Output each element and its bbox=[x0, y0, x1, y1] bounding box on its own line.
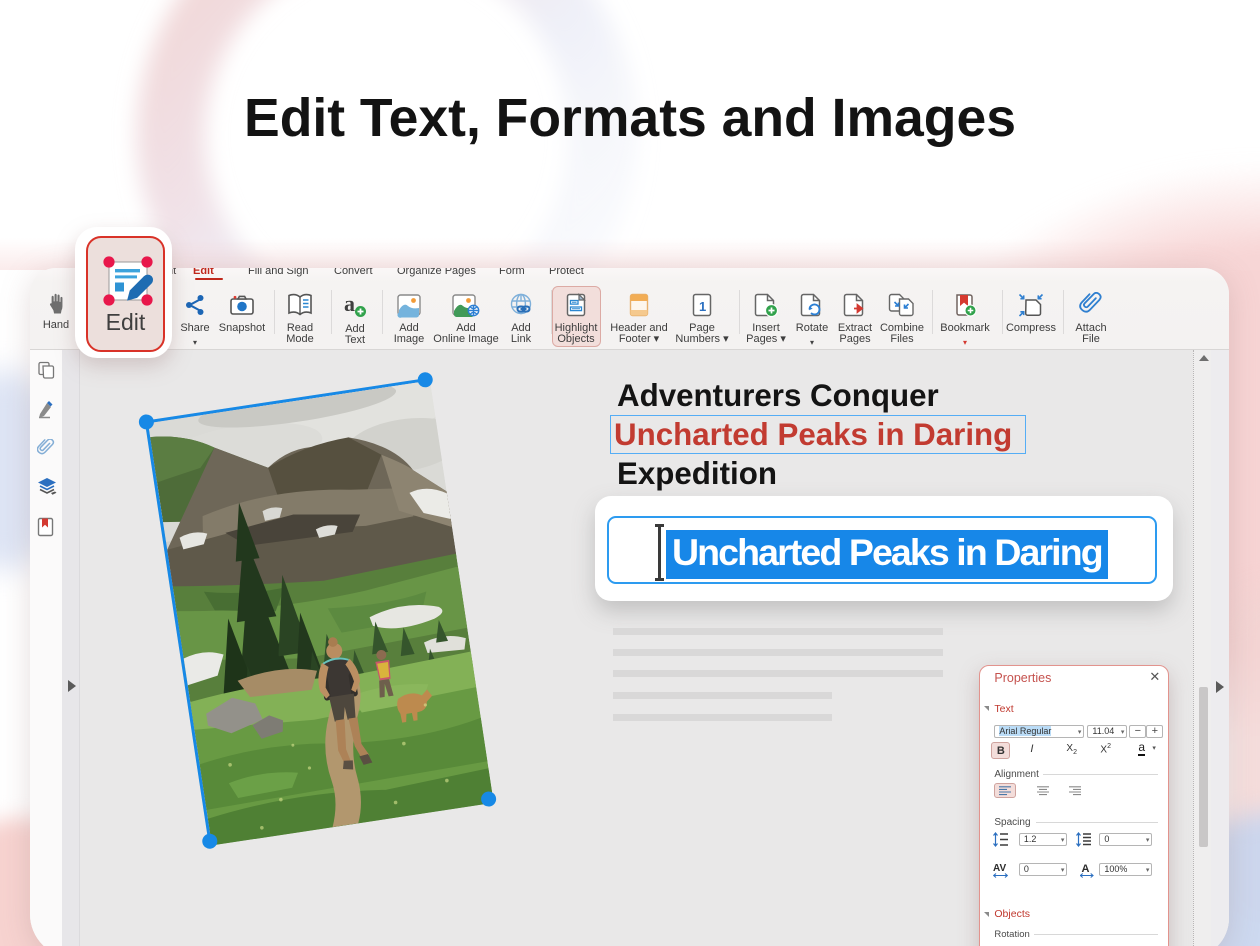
svg-text:A: A bbox=[1082, 863, 1090, 875]
svg-text:1: 1 bbox=[699, 299, 706, 314]
svg-text:AV: AV bbox=[993, 863, 1006, 874]
svg-text:a: a bbox=[344, 292, 355, 316]
